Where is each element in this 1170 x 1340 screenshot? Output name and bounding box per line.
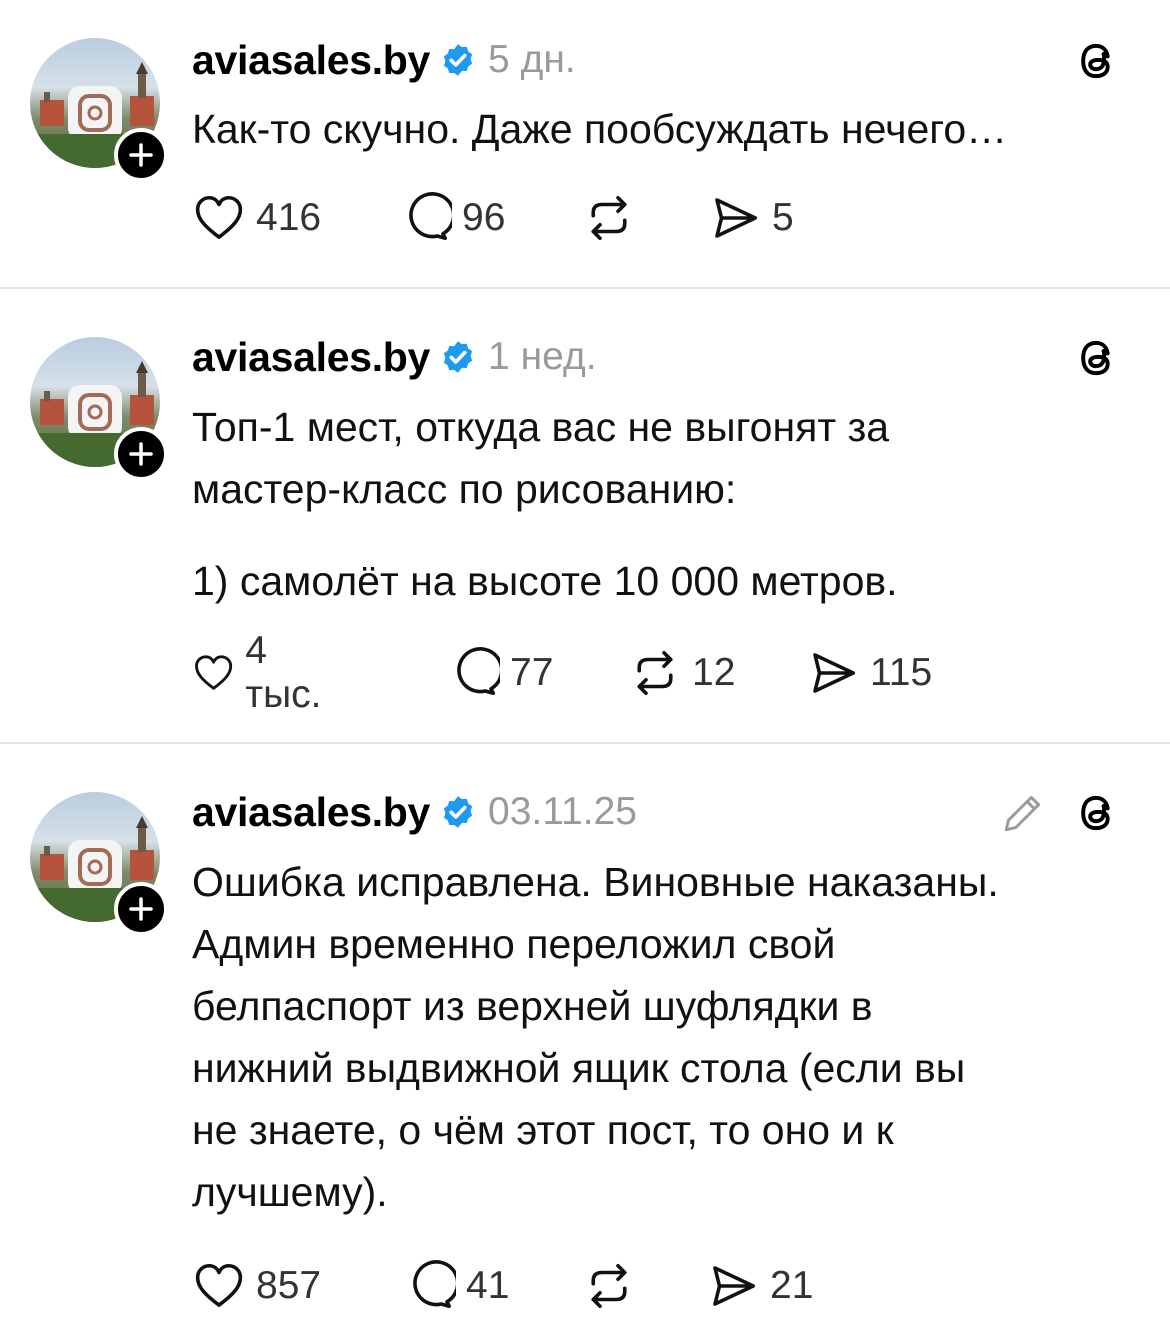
share-count: 5 — [772, 196, 794, 239]
comment-icon — [457, 647, 500, 696]
heart-icon — [195, 1263, 243, 1307]
reply-button[interactable]: 41 — [402, 1256, 509, 1316]
post-time[interactable]: 1 нед. — [488, 335, 597, 379]
repost-icon — [591, 1263, 627, 1309]
threads-logo-icon[interactable] — [1068, 330, 1124, 386]
repost-button[interactable] — [582, 188, 646, 248]
username-link[interactable]: aviasales.by — [192, 789, 430, 836]
post-text-line: лучшему). — [192, 1169, 388, 1215]
reply-button[interactable]: 77 — [446, 643, 553, 703]
post-text-line: 1) самолёт на высоте 10 000 метров. — [192, 558, 898, 604]
post-text-line: Как-то скучно. Даже пообсуждать нечего… — [192, 106, 1008, 152]
post-header: aviasales.by 1 нед. — [192, 327, 597, 387]
post-text-line: не знаете, о чём этот пост, то оно и к — [192, 1107, 894, 1153]
post[interactable]: aviasales.by 1 нед. Топ-1 мест, откуда в… — [0, 289, 1170, 743]
share-button[interactable]: 21 — [706, 1256, 813, 1316]
follow-button[interactable] — [114, 128, 168, 182]
avatar-container[interactable] — [30, 337, 168, 481]
follow-button[interactable] — [114, 882, 168, 936]
comment-icon — [409, 192, 452, 241]
post[interactable]: aviasales.by 5 дн. Как-то скучно. Даже п… — [0, 0, 1170, 288]
like-button[interactable]: 857 — [192, 1256, 321, 1316]
like-count: 857 — [256, 1264, 322, 1307]
send-icon — [713, 1266, 756, 1306]
heart-icon — [195, 195, 243, 239]
share-count: 21 — [770, 1264, 814, 1307]
repost-icon — [591, 195, 627, 241]
reply-count: 77 — [510, 651, 554, 694]
post[interactable]: aviasales.by 03.11.25 Ошибка исправлена.… — [0, 744, 1170, 1340]
like-count: 4 тыс. — [245, 629, 322, 716]
threads-logo-icon[interactable] — [1068, 785, 1124, 841]
plus-icon — [129, 442, 153, 466]
verified-badge-icon — [443, 341, 473, 373]
plus-icon — [129, 143, 153, 167]
post-text-line: Ошибка исправлена. Виновные наказаны. — [192, 859, 999, 905]
verified-badge-icon — [443, 44, 473, 76]
username-link[interactable]: aviasales.by — [192, 334, 430, 381]
avatar-container[interactable] — [30, 38, 168, 182]
post-text-line: мастер-класс по рисованию: — [192, 466, 737, 512]
send-icon — [813, 653, 856, 693]
post-time[interactable]: 5 дн. — [488, 38, 576, 82]
reply-button[interactable]: 96 — [398, 188, 505, 248]
reply-count: 41 — [466, 1264, 510, 1307]
post-text-line: Топ-1 мест, откуда вас не выгонят за — [192, 404, 890, 450]
avatar-container[interactable] — [30, 792, 168, 936]
post-text: Топ-1 мест, откуда вас не выгонят за мас… — [192, 396, 1142, 612]
verified-badge-icon — [443, 796, 473, 828]
plus-icon — [129, 897, 153, 921]
comment-icon — [413, 1260, 456, 1309]
heart-icon — [195, 655, 233, 690]
repost-button[interactable]: 12 — [628, 643, 735, 703]
repost-icon — [637, 650, 673, 696]
share-button[interactable]: 115 — [806, 643, 932, 703]
post-text-line: нижний выдвижной ящик стола (если вы — [192, 1045, 966, 1091]
like-count: 416 — [256, 196, 322, 239]
post-text-line: белпаспорт из верхней шуфлядки в — [192, 983, 873, 1029]
share-button[interactable]: 5 — [708, 188, 794, 248]
send-icon — [715, 198, 758, 238]
post-time[interactable]: 03.11.25 — [488, 790, 637, 834]
post-text: Ошибка исправлена. Виновные наказаны. Ад… — [192, 851, 1142, 1223]
repost-button[interactable] — [582, 1256, 646, 1316]
pencil-edit-icon[interactable] — [998, 788, 1048, 838]
follow-button[interactable] — [114, 427, 168, 481]
share-count: 115 — [870, 651, 933, 694]
reply-count: 96 — [462, 196, 506, 239]
post-header: aviasales.by 03.11.25 — [192, 782, 637, 842]
post-text-line: Админ временно переложил свой — [192, 921, 836, 967]
like-button[interactable]: 4 тыс. — [192, 629, 332, 716]
post-header: aviasales.by 5 дн. — [192, 30, 576, 90]
repost-count: 12 — [692, 651, 736, 694]
like-button[interactable]: 416 — [192, 188, 321, 248]
threads-logo-icon[interactable] — [1068, 33, 1124, 89]
username-link[interactable]: aviasales.by — [192, 37, 430, 84]
post-text: Как-то скучно. Даже пообсуждать нечего… — [192, 98, 1142, 160]
post-text-line — [192, 520, 1142, 550]
